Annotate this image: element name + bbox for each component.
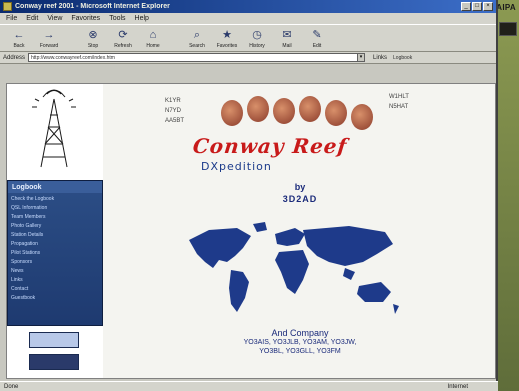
operator-call: AA5BT: [165, 118, 185, 124]
refresh-label: Refresh: [114, 43, 132, 49]
radio-tower-icon: [32, 89, 76, 168]
search-label: Search: [189, 43, 205, 49]
sidebar-item[interactable]: Photo Gallery: [11, 222, 99, 231]
mail-icon: ✉: [282, 29, 292, 41]
links-label[interactable]: Links: [373, 55, 387, 61]
maximize-button[interactable]: □: [472, 2, 482, 11]
history-icon: ◷: [252, 29, 262, 41]
menu-tools[interactable]: Tools: [109, 15, 125, 22]
operator-call: N5HAT: [389, 104, 409, 110]
sidebar-item[interactable]: Contact: [11, 285, 99, 294]
team-member-photo: [299, 96, 321, 122]
logbook-panel: Logbook Check the Logbook QSL Informatio…: [7, 180, 103, 326]
edit-label: Edit: [312, 43, 322, 49]
menu-edit[interactable]: Edit: [26, 15, 38, 22]
home-icon: ⌂: [149, 29, 157, 41]
sidebar-item[interactable]: News: [11, 267, 99, 276]
sidebar-nav: Check the Logbook QSL Information Team M…: [8, 193, 102, 305]
forward-button[interactable]: → Forward: [36, 29, 62, 49]
team-member-photo: [325, 100, 347, 126]
minimize-button[interactable]: _: [461, 2, 471, 11]
favorites-icon: ★: [222, 29, 232, 41]
close-button[interactable]: ×: [483, 2, 493, 11]
history-label: History: [249, 43, 265, 49]
stop-icon: ⊗: [88, 29, 98, 41]
edit-button[interactable]: ✎ Edit: [304, 29, 330, 49]
expedition-callsign: 3D2AD: [282, 194, 318, 204]
status-bar: Done Internet: [0, 381, 498, 391]
address-input[interactable]: http://www.conwayreef.com/index.htm: [28, 53, 359, 62]
operators-line: YO3BL, YO3GLL, YO3FM: [259, 348, 341, 355]
team-member-photo: [221, 100, 243, 126]
menu-favorites[interactable]: Favorites: [71, 15, 100, 22]
back-button[interactable]: ← Back: [6, 29, 32, 49]
address-dropdown-icon[interactable]: ▾: [357, 53, 366, 62]
operators-line: YO3AIS, YO3JLB, YO3AM, YO3JW,: [243, 339, 357, 346]
stop-button[interactable]: ⊗ Stop: [80, 29, 106, 49]
menu-view[interactable]: View: [47, 15, 62, 22]
edit-icon: ✎: [312, 29, 322, 41]
operator-call: W1HLT: [389, 94, 409, 100]
toolbar: ← Back → Forward ⊗ Stop ⟳ Refresh ⌂ Home…: [0, 24, 496, 52]
sidebar-item[interactable]: Guestbook: [11, 294, 99, 303]
world-map-image: [189, 222, 399, 314]
mail-label: Mail: [282, 43, 292, 49]
menu-file[interactable]: File: [6, 15, 17, 22]
search-icon: ⌕: [193, 29, 201, 41]
refresh-button[interactable]: ⟳ Refresh: [110, 29, 136, 49]
browser-app-icon[interactable]: [3, 2, 12, 11]
logbook-panel-title: Logbook: [8, 181, 102, 193]
home-label: Home: [146, 43, 160, 49]
page-title: Conway Reef: [191, 134, 349, 158]
sidebar-item[interactable]: Check the Logbook: [11, 195, 99, 204]
menu-help[interactable]: Help: [135, 15, 149, 22]
sidebar-banner-button[interactable]: [29, 354, 79, 370]
sidebar-item[interactable]: Pilot Stations: [11, 249, 99, 258]
team-photo-collage: [213, 94, 383, 134]
operators-list: YO3AIS, YO3JLB, YO3AM, YO3JW, YO3BL, YO3…: [103, 338, 495, 356]
operator-call: K1YR: [165, 98, 181, 104]
sidebar-logo-button[interactable]: [29, 332, 79, 348]
favorites-button[interactable]: ★ Favorites: [214, 29, 240, 49]
sidebar-item[interactable]: Propagation: [11, 240, 99, 249]
operator-calls-left: K1YR N7YD AA5BT: [165, 96, 184, 126]
team-member-photo: [351, 104, 373, 130]
address-bar: Address http://www.conwayreef.com/index.…: [0, 52, 496, 64]
desktop-label: AIPA: [496, 3, 516, 12]
window-title: Conway reef 2001 - Microsoft Internet Ex…: [15, 3, 170, 10]
sidebar-item[interactable]: Station Details: [11, 231, 99, 240]
refresh-icon: ⟳: [118, 29, 128, 41]
page-subtitle: DXpedition: [201, 160, 272, 173]
status-text: Done: [4, 383, 19, 390]
back-arrow-icon: ←: [13, 29, 25, 41]
company-label: And Company: [271, 328, 329, 338]
sidebar-item[interactable]: Links: [11, 276, 99, 285]
sidebar-item[interactable]: Team Members: [11, 213, 99, 222]
favorites-label: Favorites: [216, 43, 238, 49]
desktop-icon[interactable]: [499, 22, 517, 36]
address-label: Address: [3, 54, 26, 61]
left-frame: Logbook Check the Logbook QSL Informatio…: [7, 84, 103, 378]
operator-call: N7YD: [165, 108, 182, 114]
team-member-photo: [247, 96, 269, 122]
operator-calls-right: W1HLT N5HAT: [389, 92, 409, 112]
sidebar-item[interactable]: Sponsors: [11, 258, 99, 267]
by-label: by: [294, 182, 306, 192]
main-frame: K1YR N7YD AA5BT W1HLT N5HAT Conway Reef …: [103, 84, 495, 378]
history-button[interactable]: ◷ History: [244, 29, 270, 49]
title-bar[interactable]: Conway reef 2001 - Microsoft Internet Ex…: [0, 0, 496, 13]
menu-bar: File Edit View Favorites Tools Help: [0, 13, 496, 24]
forward-arrow-icon: →: [43, 29, 55, 41]
page-content: Logbook Check the Logbook QSL Informatio…: [6, 83, 496, 379]
forward-label: Forward: [39, 43, 59, 49]
back-label: Back: [13, 43, 25, 49]
search-button[interactable]: ⌕ Search: [184, 29, 210, 49]
security-zone: Internet: [447, 383, 468, 390]
stop-label: Stop: [87, 43, 99, 49]
home-button[interactable]: ⌂ Home: [140, 29, 166, 49]
sidebar-item[interactable]: QSL Information: [11, 204, 99, 213]
team-member-photo: [273, 98, 295, 124]
mail-button[interactable]: ✉ Mail: [274, 29, 300, 49]
links-value[interactable]: Logbook: [393, 55, 412, 61]
